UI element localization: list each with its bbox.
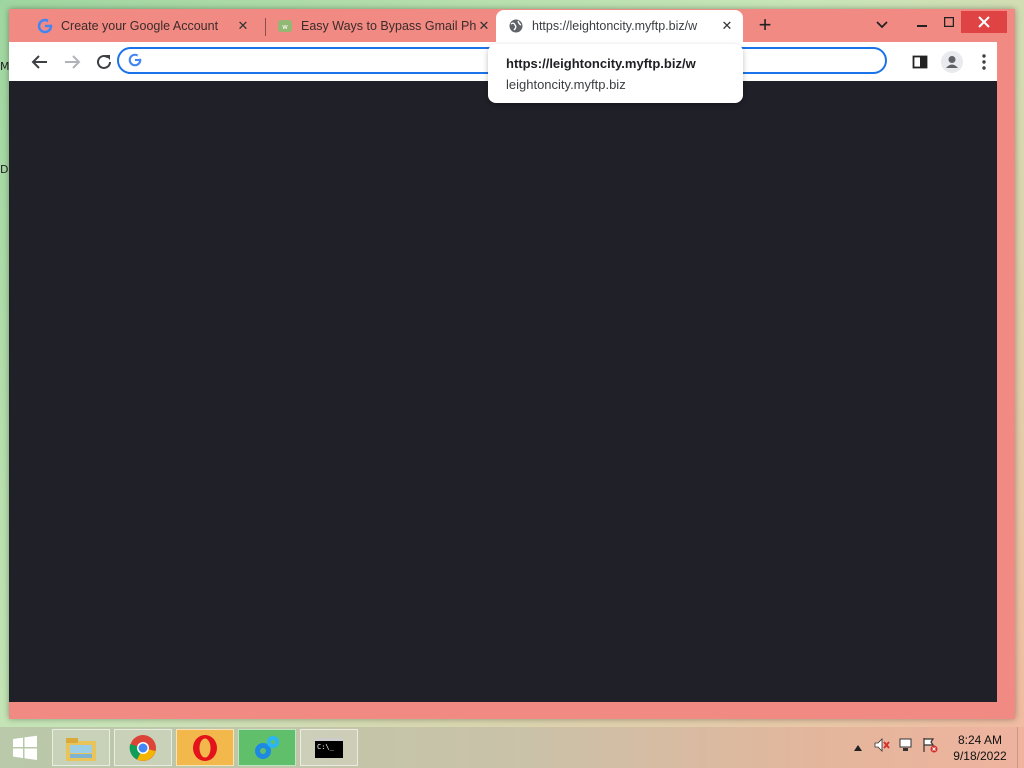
- desktop-icon-label-d: D: [0, 163, 9, 176]
- side-panel-button[interactable]: [908, 50, 932, 74]
- close-tab-icon[interactable]: ✕: [476, 18, 492, 34]
- opera-icon: [193, 734, 217, 761]
- avatar-icon: [941, 51, 963, 73]
- arrow-right-icon: [65, 55, 81, 69]
- google-g-icon: [37, 18, 53, 34]
- new-tab-button[interactable]: +: [753, 14, 777, 38]
- reload-icon: [97, 54, 111, 69]
- taskbar-clock[interactable]: 8:24 AM 9/18/2022: [944, 732, 1016, 764]
- globe-icon: [508, 18, 524, 34]
- settings-gears-icon: [255, 735, 279, 759]
- chevron-up-icon: [854, 744, 862, 751]
- chrome-icon: [129, 734, 156, 761]
- hover-card-url: https://leightoncity.myftp.biz/w: [506, 56, 696, 71]
- volume-muted-icon[interactable]: [874, 737, 890, 758]
- back-button[interactable]: [28, 50, 52, 74]
- network-icon[interactable]: [898, 737, 914, 758]
- page-content[interactable]: [9, 81, 997, 702]
- kebab-menu-icon: [982, 54, 986, 70]
- google-g-icon: [128, 53, 142, 72]
- taskbar-settings[interactable]: [238, 729, 296, 766]
- tab-google-account[interactable]: Create your Google Account ✕: [17, 10, 259, 42]
- reload-button[interactable]: [92, 50, 116, 74]
- show-desktop-button[interactable]: [1017, 727, 1024, 768]
- tab-strip: Create your Google Account ✕ w Easy Ways…: [9, 10, 999, 42]
- arrow-left-icon: [31, 55, 47, 69]
- taskbar-chrome[interactable]: [114, 729, 172, 766]
- show-hidden-icons-button[interactable]: [852, 744, 864, 751]
- taskbar-command-prompt[interactable]: C:\_: [300, 729, 358, 766]
- taskbar-file-explorer[interactable]: [52, 729, 110, 766]
- taskbar: C:\_ 8:24 AM 9/18/2022: [0, 727, 1024, 768]
- windows-start-icon: [13, 735, 37, 760]
- clock-time: 8:24 AM: [957, 733, 1003, 747]
- forward-button[interactable]: [60, 50, 84, 74]
- close-tab-icon[interactable]: ✕: [235, 18, 251, 34]
- tab-title: Easy Ways to Bypass Gmail Phon: [301, 19, 476, 33]
- tab-title: Create your Google Account: [61, 19, 219, 33]
- wikihow-icon: w: [277, 18, 293, 34]
- tab-search-button[interactable]: [875, 18, 891, 34]
- svg-text:w: w: [282, 23, 288, 31]
- menu-button[interactable]: [972, 50, 996, 74]
- profile-button[interactable]: [940, 50, 964, 74]
- close-tab-icon[interactable]: ✕: [719, 18, 735, 34]
- command-prompt-icon: C:\_: [315, 737, 343, 758]
- side-panel-icon: [912, 55, 928, 69]
- start-button[interactable]: [0, 729, 50, 766]
- file-explorer-icon: [66, 737, 96, 761]
- chevron-down-icon: [876, 21, 888, 29]
- system-tray: [852, 727, 938, 768]
- clock-date: 9/18/2022: [953, 749, 1007, 763]
- tab-hover-card: https://leightoncity.myftp.biz/w leighto…: [488, 44, 743, 103]
- action-center-flag-icon[interactable]: [922, 737, 938, 758]
- tab-bypass-gmail[interactable]: w Easy Ways to Bypass Gmail Phon ✕: [257, 10, 500, 42]
- tab-leightoncity[interactable]: https://leightoncity.myftp.biz/w ✕: [496, 10, 743, 42]
- hover-card-domain: leightoncity.myftp.biz: [506, 77, 626, 92]
- taskbar-opera[interactable]: [176, 729, 234, 766]
- cmd-prompt-text: C:\_: [317, 742, 334, 751]
- tab-title: https://leightoncity.myftp.biz/w: [532, 19, 698, 33]
